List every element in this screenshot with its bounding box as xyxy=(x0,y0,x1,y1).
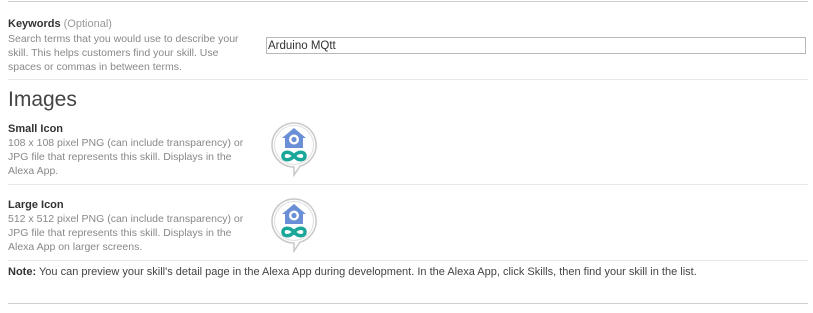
keywords-label-row: Keywords (Optional) xyxy=(8,18,112,30)
small-icon-desc-line: 108 x 108 pixel PNG (can include transpa… xyxy=(8,137,244,149)
divider xyxy=(8,184,808,185)
keywords-optional-hint: (Optional) xyxy=(63,18,112,30)
large-icon-desc-line: JPG file that represents this skill. Dis… xyxy=(8,227,232,239)
alexa-skill-house-infinity-icon xyxy=(271,198,317,254)
small-icon-image[interactable] xyxy=(270,121,318,178)
small-icon-desc-line: JPG file that represents this skill. Dis… xyxy=(8,151,232,163)
large-icon-image[interactable] xyxy=(270,197,318,254)
small-icon-description: 108 x 108 pixel PNG (can include transpa… xyxy=(8,136,243,178)
large-icon-description: 512 x 512 pixel PNG (can include transpa… xyxy=(8,212,243,254)
note-label: Note: xyxy=(8,266,37,278)
keywords-desc-line: Search terms that you would use to descr… xyxy=(8,33,239,45)
large-icon-desc-line: Alexa App on larger screens. xyxy=(8,241,143,253)
top-divider xyxy=(8,1,808,2)
preview-note: Note: You can preview your skill's detai… xyxy=(8,266,697,278)
alexa-skill-house-infinity-icon xyxy=(271,122,317,178)
small-icon-desc-line: Alexa App. xyxy=(8,165,59,177)
keywords-description: Search terms that you would use to descr… xyxy=(8,32,239,74)
bottom-divider xyxy=(8,303,808,304)
images-section-title: Images xyxy=(8,88,77,111)
keywords-input[interactable] xyxy=(266,37,806,54)
large-icon-desc-line: 512 x 512 pixel PNG (can include transpa… xyxy=(8,213,244,225)
small-icon-label: Small Icon xyxy=(8,123,64,135)
keywords-desc-line: spaces or commas in between terms. xyxy=(8,61,182,73)
note-text: You can preview your skill's detail page… xyxy=(36,266,697,278)
keywords-label: Keywords xyxy=(8,18,61,30)
divider xyxy=(8,79,808,80)
keywords-desc-line: skill. This helps customers find your sk… xyxy=(8,47,219,59)
large-icon-label: Large Icon xyxy=(8,199,64,211)
divider xyxy=(8,260,808,261)
